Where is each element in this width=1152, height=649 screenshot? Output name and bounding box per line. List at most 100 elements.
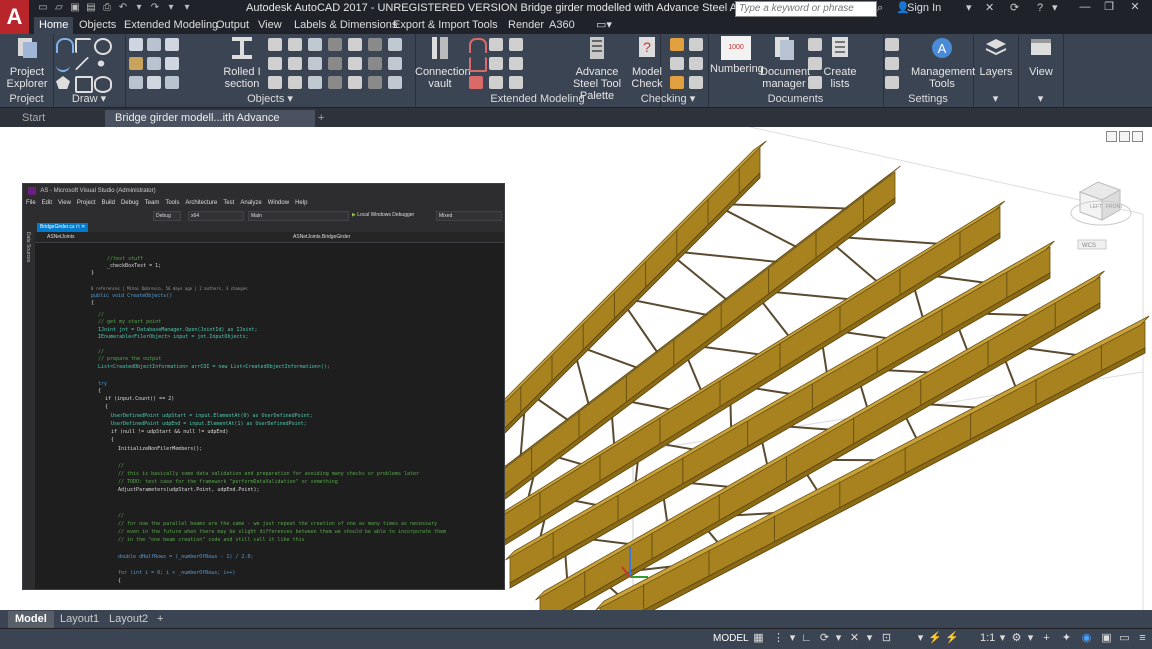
ext-tool-b-icon[interactable] [489, 38, 503, 51]
polar-tracking-icon[interactable]: ⟳ [818, 632, 831, 645]
view-dropdown-icon[interactable]: ▾ [1018, 93, 1063, 106]
dropdown-icon[interactable]: ▾ [132, 2, 146, 14]
ellipse-icon[interactable] [94, 76, 112, 93]
grid-icon[interactable] [129, 76, 143, 89]
dropdown-icon[interactable]: ▾ [832, 632, 845, 645]
search-box[interactable] [735, 1, 877, 17]
new-icon[interactable]: ▭ [36, 2, 50, 14]
tool-d-icon[interactable] [328, 38, 342, 51]
close-icon[interactable]: ✕ [1124, 0, 1146, 14]
vs-mixed-select[interactable]: Mixed [436, 211, 502, 221]
project-explorer-button[interactable]: Project Explorer [2, 36, 52, 90]
grid-display-icon[interactable]: ▦ [752, 632, 765, 645]
shear-stud-icon[interactable] [147, 76, 161, 89]
save-icon[interactable]: ▣ [68, 2, 82, 14]
management-tools-button[interactable]: A Management Tools [911, 36, 973, 90]
isodraft-icon[interactable]: ✕ [848, 632, 861, 645]
numbering-button[interactable]: 1000 Numbering [710, 36, 762, 75]
vs-side-panel[interactable]: Data Sources [23, 222, 35, 589]
vs-config-select[interactable]: Debug [153, 211, 181, 221]
rolled-isection-button[interactable]: Rolled I section [220, 36, 264, 90]
vs-menu-architecture[interactable]: Architecture [182, 198, 220, 208]
settings-b-icon[interactable] [885, 57, 899, 70]
vs-startup-select[interactable]: Main [248, 211, 349, 221]
help-icon[interactable]: ? [1037, 1, 1043, 15]
settings-c-icon[interactable] [885, 76, 899, 89]
hardware-acceleration-icon[interactable]: ◉ [1080, 632, 1093, 645]
annotation-visibility-icon[interactable]: ⚡ [928, 632, 941, 645]
codelens-info[interactable]: 0 references | Mihai Dobresco, 56 days a… [91, 286, 248, 292]
vs-platform-select[interactable]: x64 [188, 211, 244, 221]
file-tab-bridge-girder[interactable]: Bridge girder modell...ith Advance Steel… [105, 110, 315, 127]
vs-menu-test[interactable]: Test [220, 198, 237, 208]
vs-menu-help[interactable]: Help [292, 198, 310, 208]
polyline-icon[interactable] [75, 38, 91, 53]
vs-menu-project[interactable]: Project [74, 198, 99, 208]
binoculars-icon[interactable]: ⌕ [877, 1, 883, 15]
tool-t-icon[interactable] [368, 76, 382, 89]
plus-icon[interactable]: + [1040, 632, 1053, 645]
create-lists-button[interactable]: Create lists [822, 36, 858, 90]
check-b-icon[interactable] [689, 38, 703, 51]
sign-in-button[interactable]: Sign In [907, 2, 941, 14]
ext-tool-i-icon[interactable] [509, 76, 523, 89]
check-f-icon[interactable] [689, 76, 703, 89]
customize-icon[interactable]: ▾ [180, 2, 194, 14]
ext-tool-a-icon[interactable] [469, 38, 487, 53]
restore-icon[interactable]: ❐ [1098, 0, 1120, 14]
dropdown-icon[interactable]: ▾ [996, 632, 1009, 645]
add-layout-button[interactable]: + [150, 611, 170, 628]
new-tab-button[interactable]: + [314, 110, 328, 127]
check-d-icon[interactable] [689, 57, 703, 70]
polygon-icon[interactable] [56, 76, 70, 89]
file-tab-start[interactable]: Start [12, 110, 55, 127]
vs-menu-view[interactable]: View [55, 198, 74, 208]
line-icon[interactable] [75, 57, 89, 70]
vs-menu-window[interactable]: Window [265, 198, 292, 208]
vs-menu-build[interactable]: Build [99, 198, 118, 208]
fullscreen-icon[interactable]: ▭ [1118, 632, 1131, 645]
layers-dropdown-icon[interactable]: ▾ [973, 93, 1018, 106]
circle-icon[interactable] [94, 38, 112, 55]
arc-icon[interactable] [56, 38, 74, 53]
ext-tool-g-icon[interactable] [469, 76, 483, 89]
tab-extra-toggle-icon[interactable]: ▭▾ [591, 17, 617, 34]
annotation-scale[interactable]: 1:1 [980, 631, 995, 646]
layout-tab-layout2[interactable]: Layout2 [102, 611, 155, 628]
tool-a-icon[interactable] [268, 38, 282, 51]
doc-c-icon[interactable] [808, 76, 822, 89]
autoscale-icon[interactable]: ⚡ [945, 632, 958, 645]
tab-objects[interactable]: Objects [74, 17, 121, 34]
tab-labels-dimensions[interactable]: Labels & Dimensions [289, 17, 402, 34]
tool-m-icon[interactable] [368, 57, 382, 70]
tab-extended-modeling[interactable]: Extended Modeling [119, 17, 223, 34]
ext-tool-d-icon[interactable] [469, 57, 487, 72]
layout-tab-model[interactable]: Model [8, 611, 54, 628]
vs-menu-tools[interactable]: Tools [162, 198, 182, 208]
column-icon[interactable] [147, 38, 161, 51]
doc-b-icon[interactable] [808, 57, 822, 70]
vs-menu-edit[interactable]: Edit [39, 198, 55, 208]
model-space-button[interactable]: MODEL [710, 631, 752, 646]
plate-icon[interactable] [165, 38, 179, 51]
tab-tools[interactable]: Tools [467, 17, 503, 34]
minimize-icon[interactable]: — [1074, 0, 1096, 14]
vs-nav-left[interactable]: ASNetJoints [47, 232, 75, 242]
vs-run-button[interactable]: ▶ Local Windows Debugger [350, 211, 434, 219]
check-c-icon[interactable] [670, 57, 684, 70]
tool-k-icon[interactable] [328, 57, 342, 70]
customize-icon[interactable]: ≡ [1136, 632, 1149, 645]
vs-nav-right[interactable]: ASNetJoints.BridgeGirder [293, 232, 350, 242]
a360-icon[interactable]: ⟳ [1010, 1, 1019, 15]
vs-code-editor[interactable]: //test stuff _checkBoxTest = 1; } 0 refe… [35, 243, 504, 589]
exchange-icon[interactable]: ✕ [985, 1, 994, 15]
tool-b-icon[interactable] [288, 38, 302, 51]
view-button[interactable]: View [1020, 36, 1062, 78]
tool-n-icon[interactable] [388, 57, 402, 70]
dropdown-icon[interactable]: ▾ [914, 632, 927, 645]
redo-icon[interactable]: ↷ [148, 2, 162, 14]
ortho-mode-icon[interactable]: ∟ [800, 632, 813, 645]
isolate-objects-icon[interactable]: ✦ [1060, 632, 1073, 645]
weld-icon[interactable] [147, 57, 161, 70]
spline-icon[interactable] [56, 57, 70, 72]
